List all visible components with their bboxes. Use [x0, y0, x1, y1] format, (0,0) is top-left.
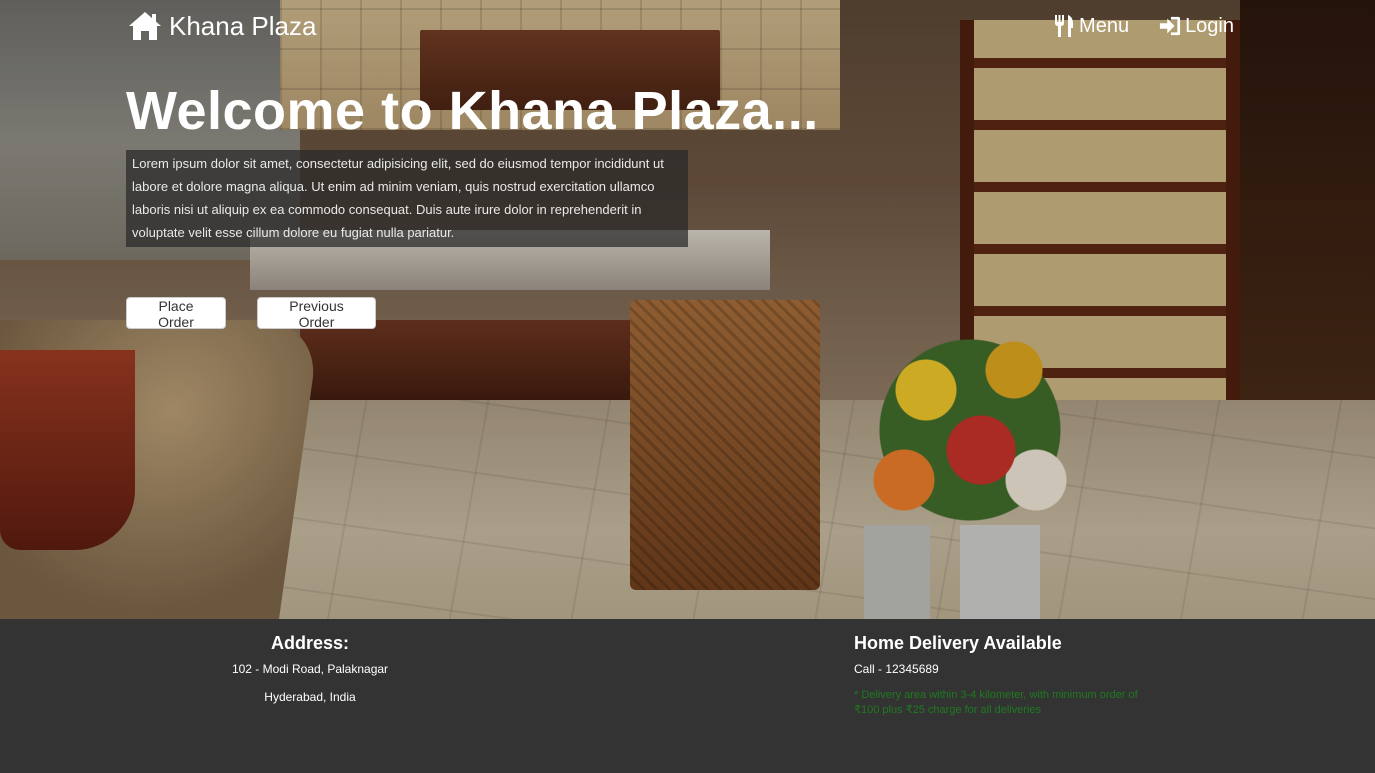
home-icon	[129, 12, 161, 40]
login-icon	[1159, 16, 1181, 36]
nav-menu-link[interactable]: Menu	[1053, 14, 1129, 38]
delivery-note: * Delivery area within 3-4 kilometer, wi…	[854, 689, 1138, 716]
page-title: Welcome to Khana Plaza...	[126, 81, 819, 141]
delivery-block: Home Delivery Available Call - 12345689 …	[854, 633, 1154, 718]
delivery-heading: Home Delivery Available	[854, 633, 1062, 653]
footer: Address: 102 - Modi Road, Palaknagar Hyd…	[0, 619, 1375, 773]
brand-name: Khana Plaza	[169, 10, 317, 41]
delivery-phone: Call - 12345689	[854, 662, 939, 676]
nav-login-label: Login	[1185, 14, 1234, 37]
address-line-1: 102 - Modi Road, Palaknagar	[231, 662, 389, 676]
place-order-button[interactable]: Place Order	[126, 297, 226, 330]
nav-menu-label: Menu	[1079, 14, 1130, 37]
address-heading: Address:	[270, 633, 350, 653]
brand-link[interactable]: Khana Plaza	[127, 10, 316, 42]
cutlery-icon	[1055, 15, 1074, 37]
intro-paragraph: Lorem ipsum dolor sit amet, consectetur …	[126, 150, 688, 247]
hero-section: Khana Plaza Menu Login Welcome to Khana …	[0, 0, 1375, 619]
previous-order-button[interactable]: Previous Order	[257, 297, 376, 330]
top-nav: Menu Login	[1053, 14, 1234, 38]
nav-login-link[interactable]: Login	[1159, 14, 1234, 38]
address-line-2: Hyderabad, India	[264, 690, 356, 704]
address-block: Address: 102 - Modi Road, Palaknagar Hyd…	[150, 633, 470, 718]
